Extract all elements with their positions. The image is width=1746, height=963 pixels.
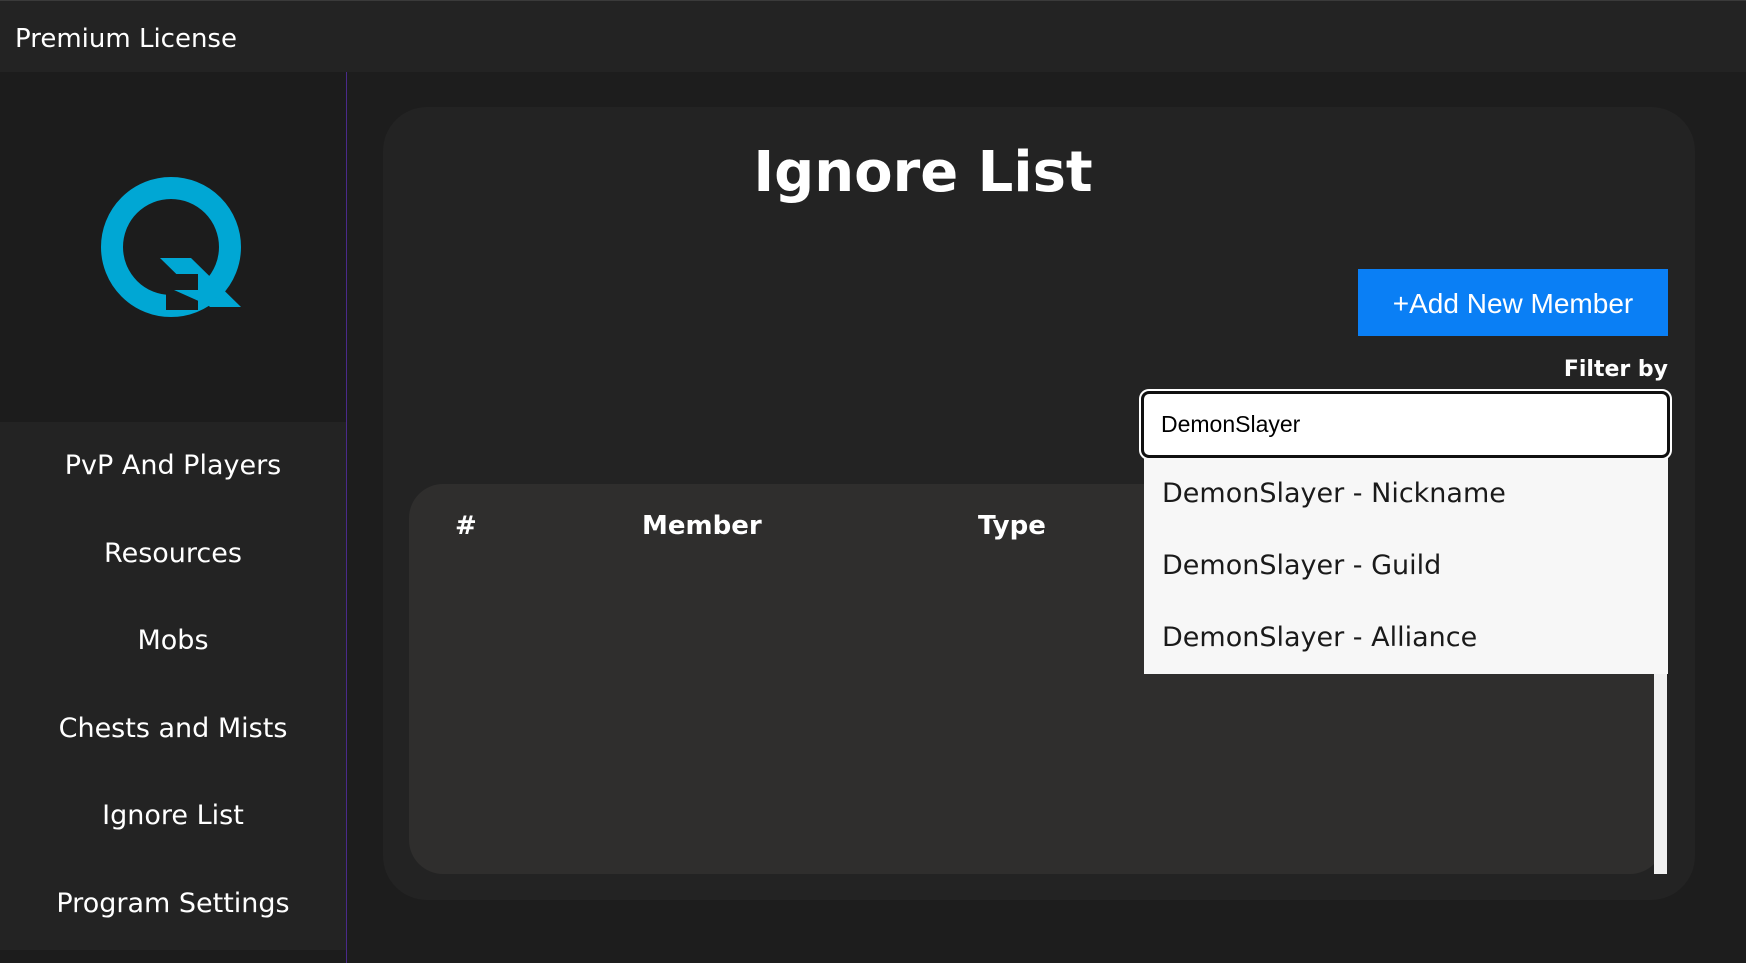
sidebar-item-program-settings[interactable]: Program Settings	[0, 860, 346, 948]
filter-suggestions-dropdown: DemonSlayer - Nickname DemonSlayer - Gui…	[1144, 458, 1668, 674]
add-new-member-button[interactable]: +Add New Member	[1358, 269, 1668, 336]
table-scrollbar[interactable]	[1654, 672, 1667, 874]
sidebar-item-mobs[interactable]: Mobs	[0, 597, 346, 685]
title-bar: Premium License	[0, 0, 1746, 72]
suggestion-nickname[interactable]: DemonSlayer - Nickname	[1144, 458, 1668, 530]
suggestion-guild[interactable]: DemonSlayer - Guild	[1144, 530, 1668, 602]
sidebar-item-pvp-and-players[interactable]: PvP And Players	[0, 422, 346, 510]
sidebar-item-ignore-list[interactable]: Ignore List	[0, 772, 346, 860]
sidebar-item-chests-and-mists[interactable]: Chests and Mists	[0, 685, 346, 773]
column-header-type: Type	[978, 511, 1046, 541]
sidebar-item-resources[interactable]: Resources	[0, 510, 346, 598]
page-title: Ignore List	[753, 140, 1093, 205]
window-title: Premium License	[15, 24, 237, 54]
filter-input[interactable]	[1139, 389, 1672, 460]
column-header-number: #	[455, 511, 477, 541]
column-header-member: Member	[642, 511, 762, 541]
suggestion-alliance[interactable]: DemonSlayer - Alliance	[1144, 602, 1668, 674]
sidebar-nav: PvP And Players Resources Mobs Chests an…	[0, 422, 346, 950]
logo-area	[0, 72, 346, 422]
filter-label: Filter by	[1563, 357, 1668, 382]
